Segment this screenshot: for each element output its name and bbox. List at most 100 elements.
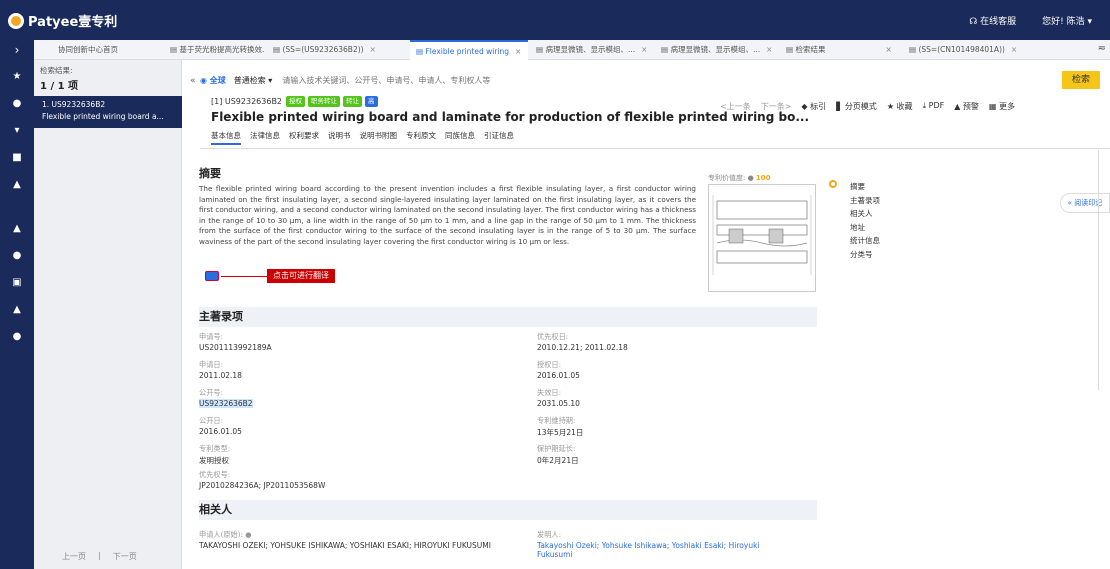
patent-subtabs: 基本信息 法律信息 权利要求 说明书 说明书附图 专利原文 同族信息 引证信息 xyxy=(211,130,514,145)
more-button[interactable]: ▦ 更多 xyxy=(989,101,1015,112)
clock-icon[interactable]: ● xyxy=(11,250,23,262)
outline-abstract[interactable]: 摘要 xyxy=(850,181,880,195)
subtab-citations[interactable]: 引证信息 xyxy=(484,130,514,145)
results-count: 1 / 1 项 xyxy=(40,81,79,92)
prev-record-button[interactable]: <上一条 xyxy=(720,101,751,112)
tab-search-5[interactable]: ▤ (SS=(CN101498401A)) × xyxy=(903,40,1043,60)
patent-drawing[interactable] xyxy=(708,184,816,292)
field-value: 发明授权 xyxy=(199,456,229,465)
favorite-button[interactable]: ★ 收藏 xyxy=(887,101,913,112)
patent-toolbar: <上一条 下一条> ◆ 标引 ▋ 分页模式 ★ 收藏 ⤓ PDF ▲ 预警 ▦ … xyxy=(720,101,1015,112)
close-icon[interactable]: × xyxy=(515,47,521,56)
online-service-link[interactable]: ☊ 在线客服 xyxy=(969,14,1016,27)
help-icon[interactable]: ● xyxy=(745,174,756,182)
next-page-button[interactable]: 下一页 xyxy=(113,551,137,562)
field-value: 0年2月21日 xyxy=(537,456,579,465)
app-logo[interactable]: Patyee壹专利 xyxy=(8,11,117,30)
subtab-legal[interactable]: 法律信息 xyxy=(250,130,280,145)
pager: 上一页 | 下一页 xyxy=(62,551,137,562)
search-type-select[interactable]: 普通检索 ▾ xyxy=(234,75,273,86)
field-label: 申请号: xyxy=(199,332,223,341)
help-icon[interactable]: ● xyxy=(243,530,251,539)
person-icon[interactable]: ▲ xyxy=(11,304,23,316)
status-badge: 职务转让 xyxy=(308,96,341,107)
chat-icon[interactable]: ▾ xyxy=(11,125,23,137)
close-icon[interactable]: × xyxy=(370,45,376,54)
tab-label: (SS=(CN101498401A)) xyxy=(918,45,1005,54)
globe-icon: ◉ xyxy=(200,75,210,85)
outline-address[interactable]: 地址 xyxy=(850,222,880,236)
info-icon[interactable]: ● xyxy=(11,331,23,343)
field-value: 2031.05.10 xyxy=(537,399,580,408)
columns-icon: ▋ xyxy=(836,102,845,111)
prev-page-button[interactable]: 上一页 xyxy=(62,551,86,562)
subtab-description[interactable]: 说明书 xyxy=(328,130,351,145)
subtab-drawings[interactable]: 说明书附图 xyxy=(360,130,398,145)
tab-home[interactable]: 协同创新中心首页 xyxy=(52,40,162,60)
tab-label: 检索结果 xyxy=(795,45,826,54)
tab-search-1[interactable]: ▤ 基于荧光粉提高光转换效...× xyxy=(164,40,264,60)
close-icon[interactable]: × xyxy=(885,45,891,54)
next-record-button[interactable]: 下一条> xyxy=(761,101,792,112)
outline-statistics[interactable]: 统计信息 xyxy=(850,235,880,249)
page-mode-button[interactable]: ▋ 分页模式 xyxy=(836,101,877,112)
inventor-value[interactable]: Takayoshi Ozeki; Yohsuke Ishikawa; Yoshi… xyxy=(537,541,767,559)
tag-label: 标引 xyxy=(810,102,827,111)
collapse-panel-icon[interactable]: « xyxy=(190,76,196,86)
expand-nav-icon[interactable]: › xyxy=(0,40,34,60)
search-input[interactable] xyxy=(282,71,903,89)
result-item[interactable]: 1. US9232636B2 Flexible printed wiring b… xyxy=(34,96,182,128)
tab-results[interactable]: ▤ 检索结果 × xyxy=(780,40,900,60)
result-title: Flexible printed wiring board a... xyxy=(42,112,164,121)
image-icon[interactable]: ▣ xyxy=(11,277,23,289)
close-icon[interactable]: × xyxy=(641,45,647,54)
tag-icon: ◆ xyxy=(801,102,811,111)
subtab-family[interactable]: 同族信息 xyxy=(445,130,475,145)
field-value: US201113992189A xyxy=(199,343,272,352)
publication-number-value[interactable]: US9232636B2 xyxy=(199,399,253,408)
logo-text: Patyee壹专利 xyxy=(28,15,118,30)
translate-icon[interactable] xyxy=(205,271,219,281)
outline-related[interactable]: 相关人 xyxy=(850,208,880,222)
search-button[interactable]: 检索 xyxy=(1062,71,1100,89)
scope-select[interactable]: ◉ 全球 xyxy=(200,75,226,86)
close-icon[interactable]: × xyxy=(766,45,772,54)
field-value: 2016.01.05 xyxy=(199,427,242,436)
tab-search-3[interactable]: ▤ 病理显微镜、显示模组、... × xyxy=(530,40,652,60)
tab-patent[interactable]: ▤ Flexible printed wiring × xyxy=(410,40,528,60)
tab-search-2[interactable]: ▤ (SS=(US9232636B2)) × xyxy=(267,40,407,60)
warning-icon: ▲ xyxy=(954,102,963,111)
star-icon[interactable]: ★ xyxy=(11,71,23,83)
patent-title: Flexible printed wiring board and lamina… xyxy=(211,110,809,124)
close-icon[interactable]: × xyxy=(1011,45,1017,54)
pdf-label: PDF xyxy=(928,101,945,110)
callout-line xyxy=(221,276,267,277)
bell-icon[interactable]: ▲ xyxy=(11,223,23,235)
related-heading: 相关人 xyxy=(199,500,817,520)
alert-button[interactable]: ▲ 预警 xyxy=(954,101,979,112)
biblio-heading: 主著录项 xyxy=(199,307,817,327)
read-mark-button[interactable]: « 阅读印记 xyxy=(1060,193,1110,213)
outline-classification[interactable]: 分类号 xyxy=(850,249,880,263)
pdf-button[interactable]: ⤓ PDF xyxy=(923,101,945,112)
user-icon[interactable]: ▲ xyxy=(11,179,23,191)
abstract-text: The flexible printed wiring board accord… xyxy=(199,184,696,246)
tab-search-4[interactable]: ▤ 病理显微镜、显示模组、... × xyxy=(655,40,777,60)
subtab-claims[interactable]: 权利要求 xyxy=(289,130,319,145)
scroll-divider xyxy=(1098,150,1099,390)
patent-header: [1] US9232636B2 授权 职务转让 转让高 xyxy=(211,96,381,107)
star-icon: ★ xyxy=(886,102,897,111)
translate-tooltip: 点击可进行翻译 xyxy=(267,269,335,283)
circle-icon[interactable]: ● xyxy=(11,98,23,110)
folder-icon[interactable]: ■ xyxy=(11,152,23,164)
value-label: 专利价值度: xyxy=(708,174,746,182)
field-value: JP2010284236A; JP2011053568W xyxy=(199,481,326,490)
subtab-basic[interactable]: 基本信息 xyxy=(211,130,241,145)
outline-biblio[interactable]: 主著录项 xyxy=(850,195,880,209)
field-label: 优先权号: xyxy=(199,470,231,479)
subtab-original[interactable]: 专利原文 xyxy=(406,130,436,145)
status-badge: 转让 xyxy=(343,96,363,107)
tag-button[interactable]: ◆ 标引 xyxy=(801,101,826,112)
tab-menu-icon[interactable]: ≂ xyxy=(1098,43,1106,54)
user-menu[interactable]: 您好! 陈浩 ▾ xyxy=(1042,14,1092,27)
